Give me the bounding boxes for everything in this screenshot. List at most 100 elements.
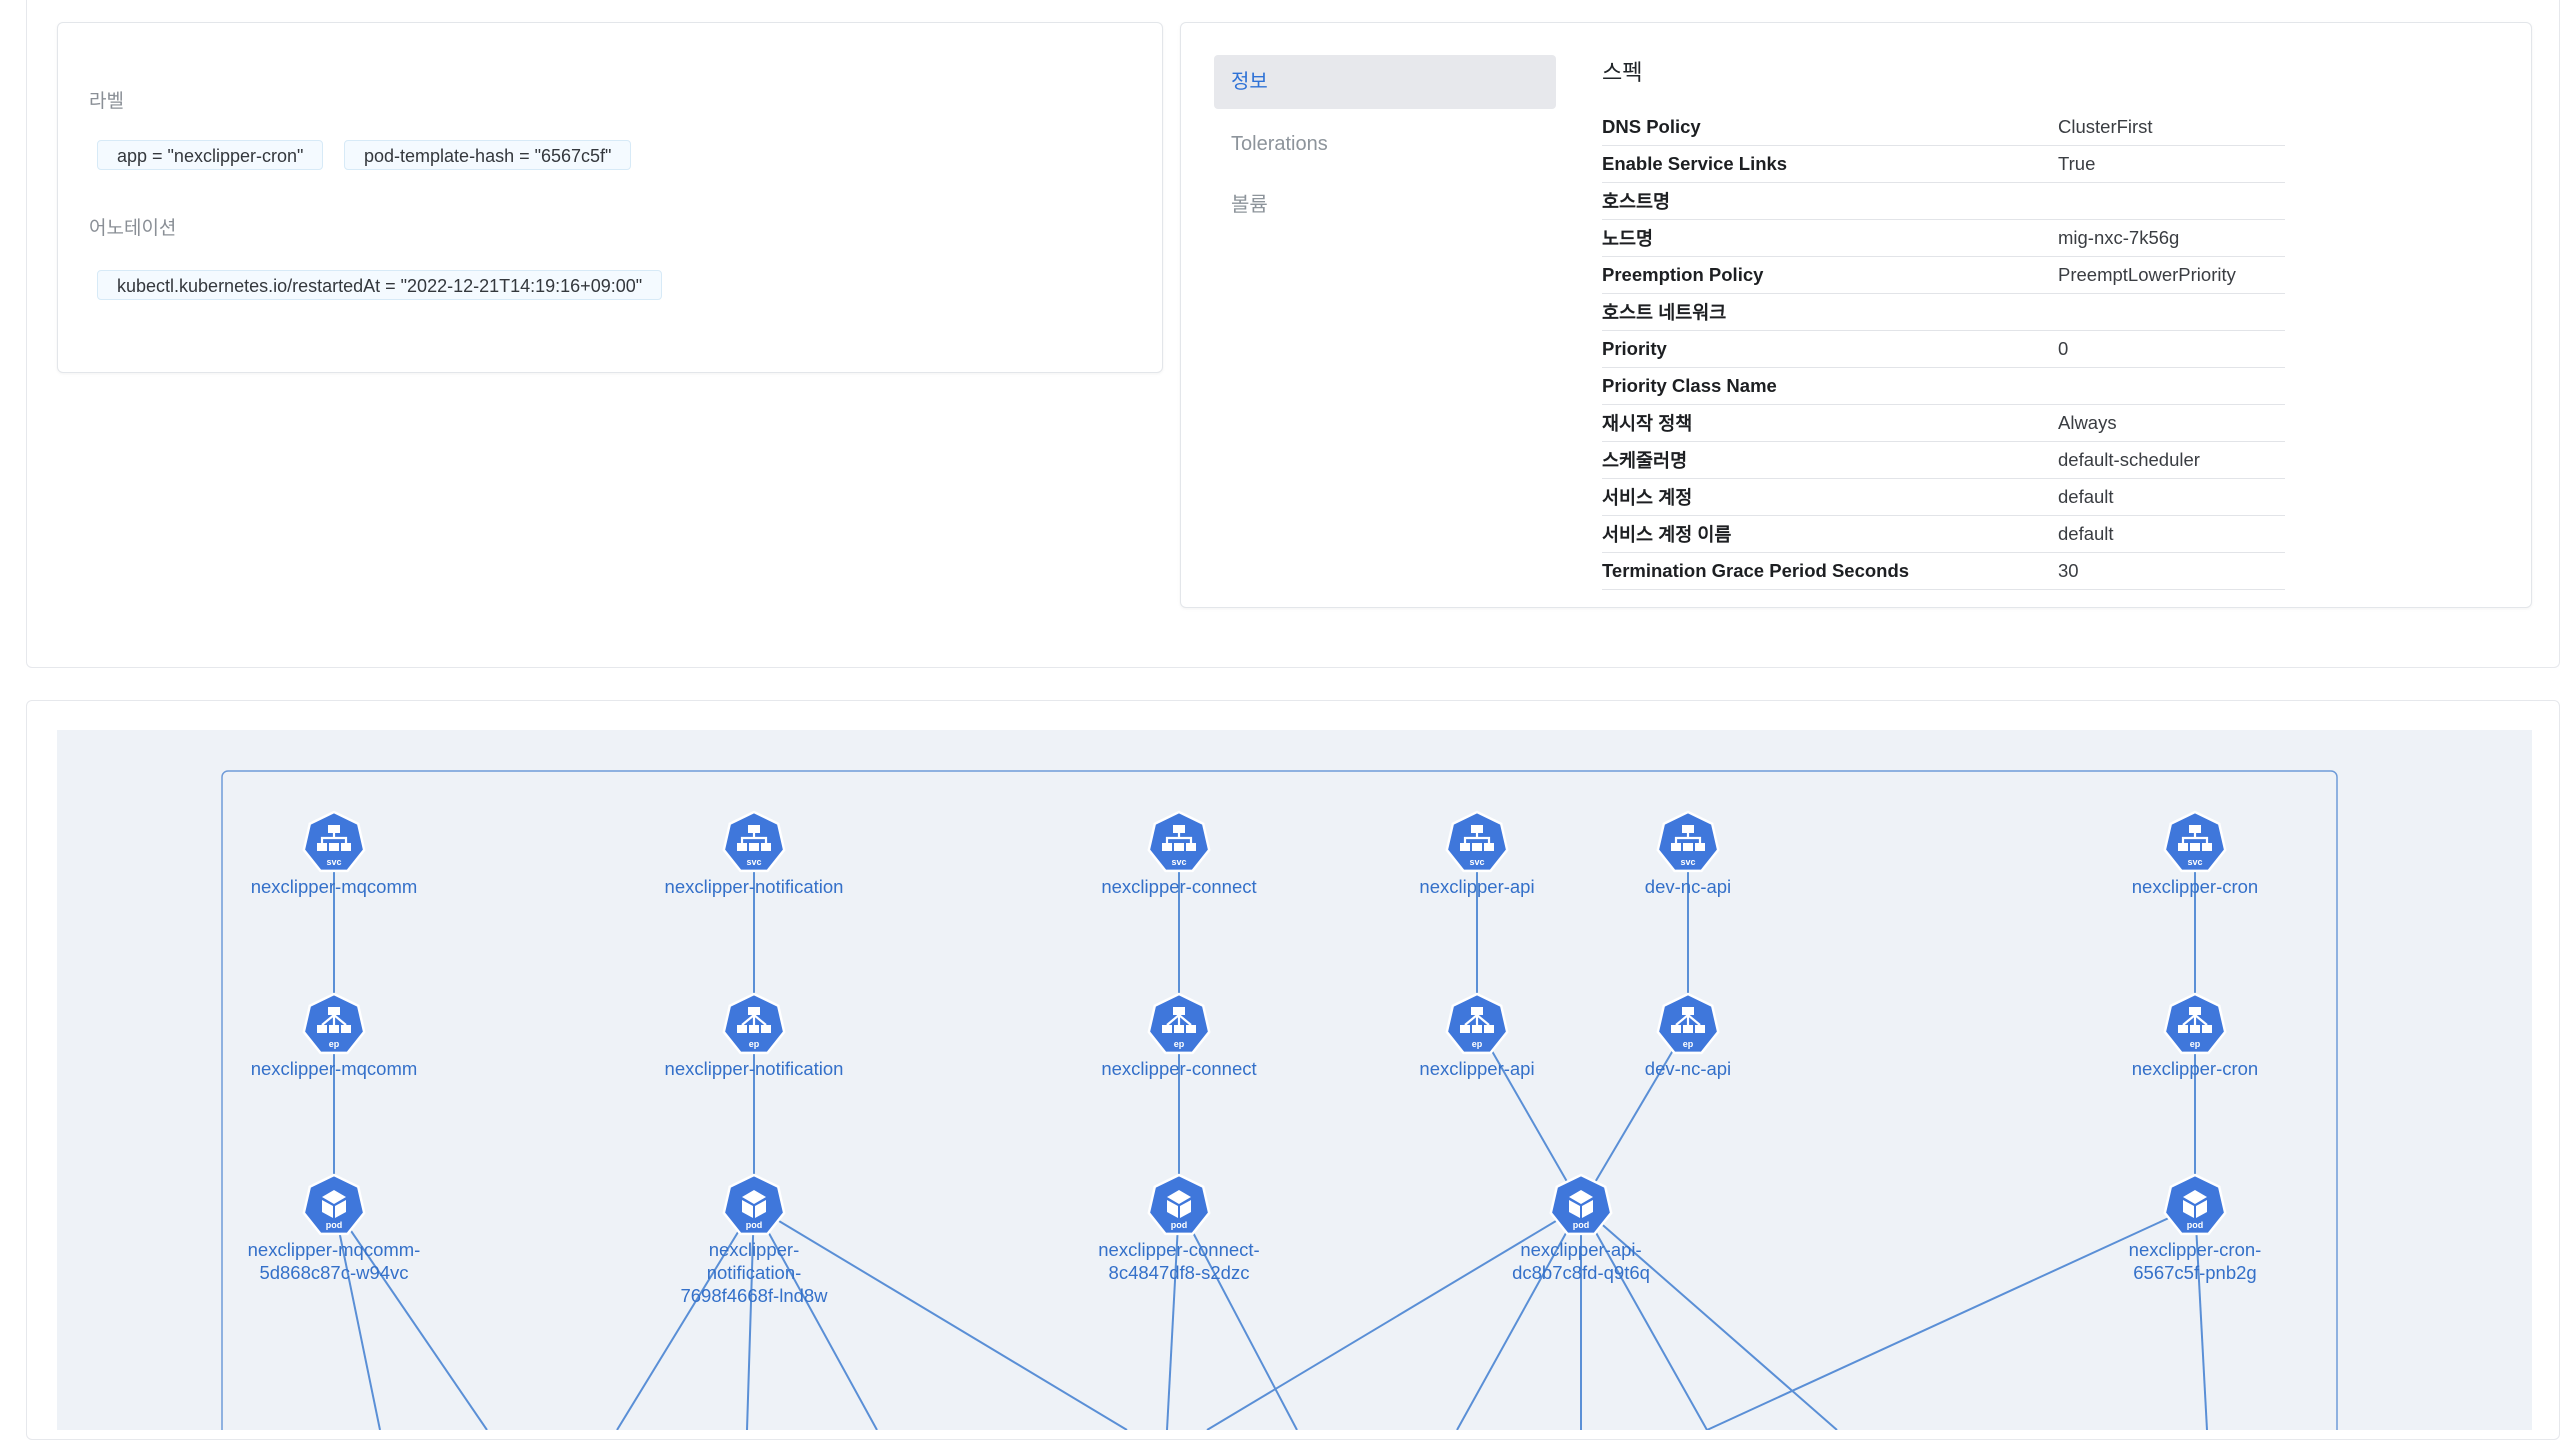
pod-node[interactable]: pod nexclipper-notification-7698f4668f-ln… [680,1173,828,1306]
node-type-tag: pod [1171,1220,1188,1230]
spec-key: Priority Class Name [1602,367,2058,405]
node-type-tag: ep [2190,1039,2201,1049]
spec-key: 호스트 네트워크 [1602,293,2058,331]
spec-row: 호스트 네트워크 [1602,293,2285,331]
spec-key: 노드명 [1602,219,2058,257]
spec-value: PreemptLowerPriority [2058,256,2285,294]
node-label: 8c4847df8-s2dzc [1109,1262,1250,1283]
spec-row: Priority Class Name [1602,367,2285,405]
node-label: nexclipper-notification [665,1058,844,1079]
node-label: 7698f4668f-lnd8w [680,1285,828,1306]
spec-row: 호스트명 [1602,182,2285,220]
edge-line [753,1205,1128,1431]
node-label: nexclipper-connect [1101,876,1256,897]
spec-row: Enable Service Links True [1602,145,2285,183]
spec-table: DNS Policy ClusterFirst Enable Service Li… [1602,109,2285,590]
ep-node[interactable]: ep nexclipper-mqcomm [251,992,418,1079]
node-label: nexclipper-api [1419,876,1534,897]
svc-node[interactable]: svc nexclipper-connect [1101,810,1257,897]
pod-node[interactable]: pod nexclipper-connect-8c4847df8-s2dzc [1098,1173,1260,1283]
tab-info[interactable]: 정보 [1214,55,1556,109]
node-label: nexclipper-connect [1101,1058,1256,1079]
node-type-tag: svc [2187,857,2202,867]
tab-tolerations[interactable]: Tolerations [1214,117,1556,171]
ep-node[interactable]: ep dev-nc-api [1645,992,1731,1079]
node-label: nexclipper-api- [1520,1239,1641,1260]
edge-line [1580,1024,1689,1207]
ep-node[interactable]: ep nexclipper-cron [2132,992,2258,1079]
spec-value [2058,367,2285,405]
node-type-tag: svc [1171,857,1186,867]
spec-value: ClusterFirst [2058,109,2285,146]
node-label: dev-nc-api [1645,876,1731,897]
topology-graph[interactable]: svc nexclipper-mqcomm svc nexclipper-notifi… [57,730,2532,1440]
spec-title: 스펙 [1602,60,1643,85]
label-tag: pod-template-hash = "6567c5f" [344,140,632,170]
node-type-tag: pod [2187,1220,2204,1230]
node-label: notification- [707,1262,802,1283]
ep-node[interactable]: ep nexclipper-notification [665,992,844,1079]
node-type-tag: ep [1683,1039,1694,1049]
spec-row: 스케줄러명 default-scheduler [1602,441,2285,479]
annotation-tag: kubectl.kubernetes.io/restartedAt = "202… [97,270,663,300]
spec-row: Termination Grace Period Seconds 30 [1602,552,2285,590]
node-label: nexclipper- [709,1239,800,1260]
node-type-tag: svc [1469,857,1484,867]
namespace-group-border [221,770,2338,1440]
node-label: nexclipper-notification [665,876,844,897]
node-type-tag: ep [749,1039,760,1049]
spec-value: 0 [2058,330,2285,368]
spec-value [2058,293,2285,331]
spec-key: 재시작 정책 [1602,404,2058,442]
pod-node[interactable]: pod nexclipper-api-dc8b7c8fd-q9t6q [1512,1173,1650,1283]
label-tag: app = "nexclipper-cron" [97,140,324,170]
node-type-tag: svc [746,857,761,867]
spec-key: DNS Policy [1602,109,2058,146]
pod-node[interactable]: pod nexclipper-mqcomm-5d868c87c-w94vc [248,1173,421,1283]
spec-key: Preemption Policy [1602,256,2058,294]
node-type-tag: svc [1680,857,1695,867]
topology-canvas[interactable]: svc nexclipper-mqcomm svc nexclipper-notifi… [57,730,2532,1440]
node-label: nexclipper-cron [2132,1058,2258,1079]
edge-line [1706,1205,2196,1431]
ep-node[interactable]: ep nexclipper-connect [1101,992,1257,1079]
spec-value [2058,182,2285,220]
spec-row: Priority 0 [1602,330,2285,368]
node-label: dev-nc-api [1645,1058,1731,1079]
spec-row: 서비스 계정 이름 default [1602,515,2285,553]
ep-node[interactable]: ep nexclipper-api [1419,992,1535,1079]
labels-heading: 라벨 [89,91,124,112]
spec-key: Termination Grace Period Seconds [1602,552,2058,590]
spec-key: Enable Service Links [1602,145,2058,183]
node-label: nexclipper-api [1419,1058,1534,1079]
node-label: nexclipper-cron- [2129,1239,2262,1260]
node-label: 5d868c87c-w94vc [259,1262,408,1283]
pod-node[interactable]: pod nexclipper-cron-6567c5f-pnb2g [2129,1173,2262,1283]
spec-panel: 정보 Tolerations 볼륨 스펙 DNS Policy ClusterFi… [1180,22,2532,608]
spec-row: DNS Policy ClusterFirst [1602,109,2285,146]
svc-node[interactable]: svc nexclipper-notification [665,810,844,897]
node-type-tag: pod [1573,1220,1590,1230]
metadata-panel: 라벨 app = "nexclipper-cron" pod-template-… [57,22,1163,373]
spec-key: 호스트명 [1602,182,2058,220]
annotations-heading: 어노테이션 [89,218,177,239]
node-label: nexclipper-mqcomm [251,876,418,897]
node-label: 6567c5f-pnb2g [2133,1262,2256,1283]
spec-value: default-scheduler [2058,441,2285,479]
spec-value: mig-nxc-7k56g [2058,219,2285,257]
node-type-tag: ep [329,1039,340,1049]
node-type-tag: svc [326,857,341,867]
node-type-tag: ep [1472,1039,1483,1049]
svc-node[interactable]: svc dev-nc-api [1645,810,1731,897]
svc-node[interactable]: svc nexclipper-cron [2132,810,2258,897]
spec-row: 노드명 mig-nxc-7k56g [1602,219,2285,257]
spec-row: 서비스 계정 default [1602,478,2285,516]
node-label: nexclipper-cron [2132,876,2258,897]
tab-volumes[interactable]: 볼륨 [1214,178,1556,232]
spec-value: Always [2058,404,2285,442]
node-label: nexclipper-connect- [1098,1239,1259,1260]
node-type-tag: pod [326,1220,343,1230]
svc-node[interactable]: svc nexclipper-mqcomm [251,810,418,897]
node-label: dc8b7c8fd-q9t6q [1512,1262,1650,1283]
svc-node[interactable]: svc nexclipper-api [1419,810,1535,897]
